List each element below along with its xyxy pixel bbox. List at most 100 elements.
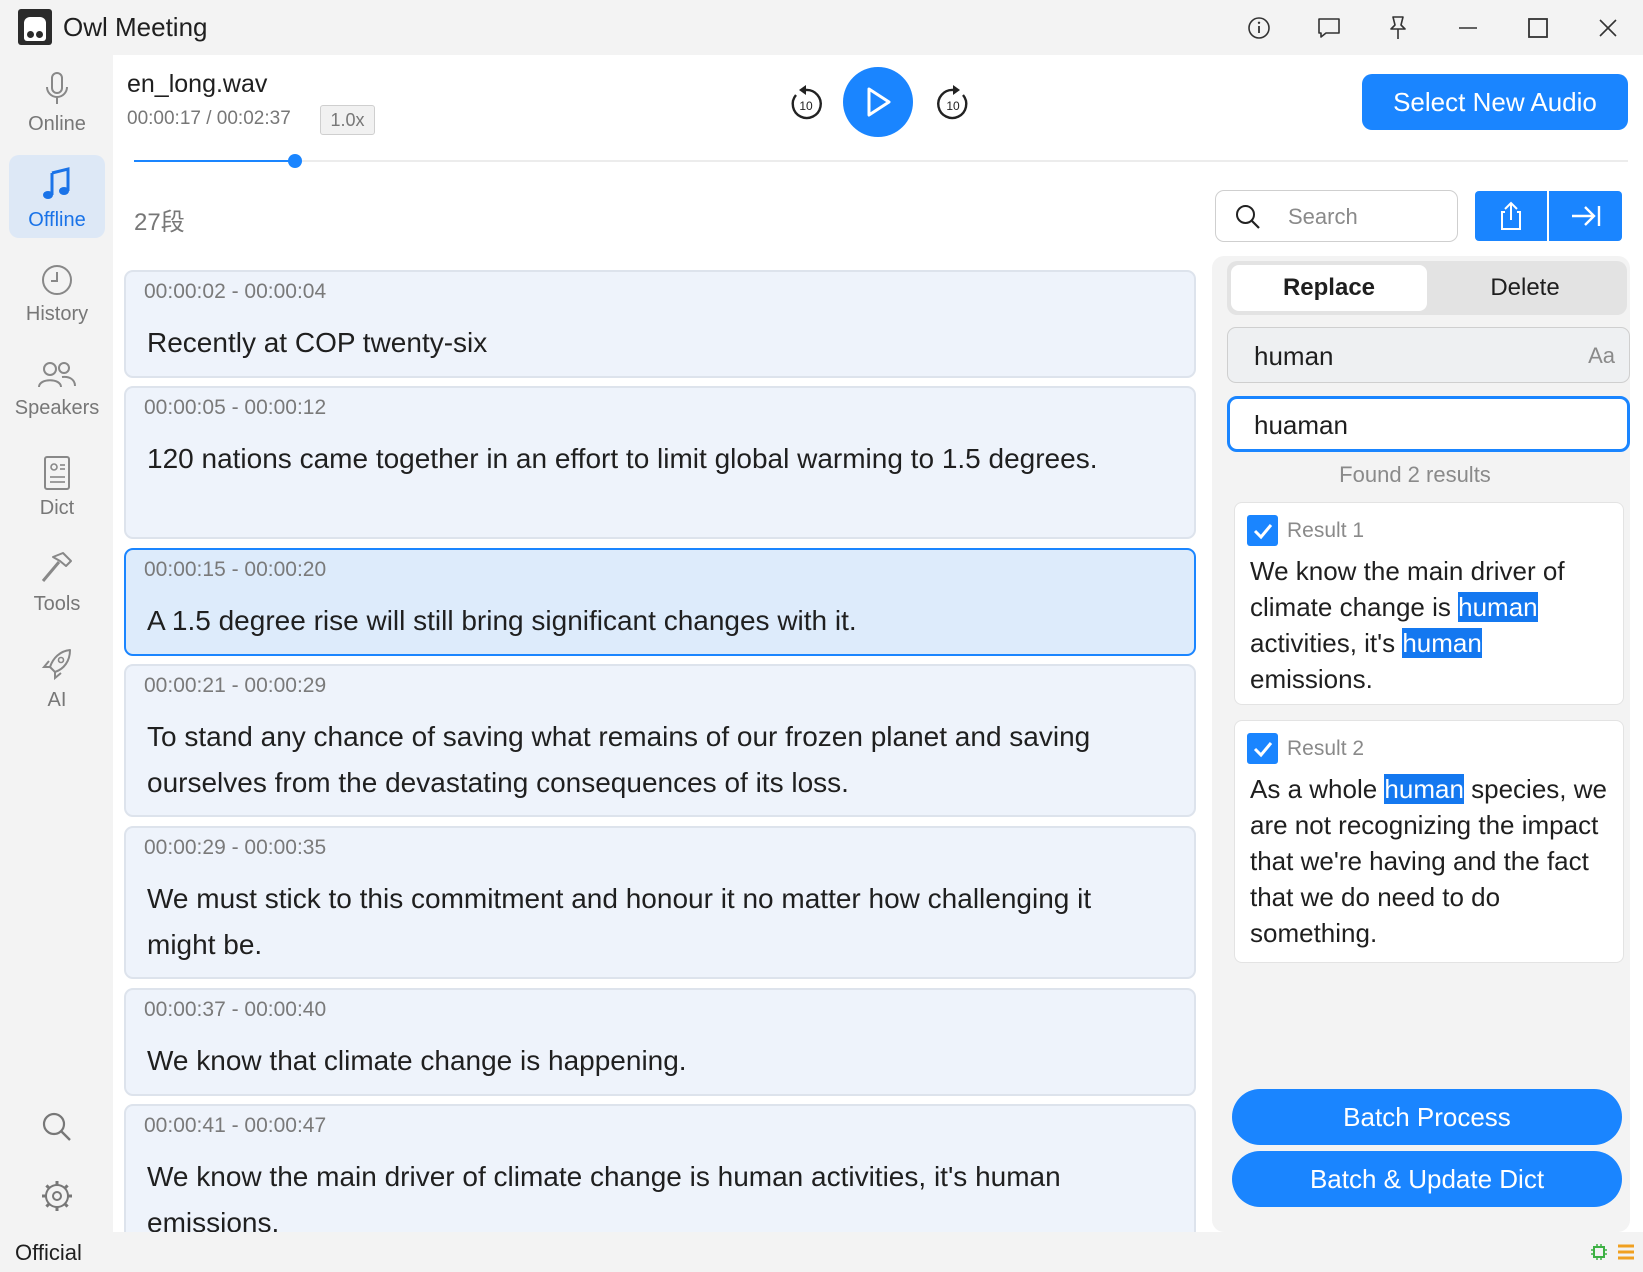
nav-label-ai: AI [47,689,67,711]
nav-label-online: Online [28,113,86,135]
result-text-part: activities, it's [1250,628,1403,658]
global-search-icon[interactable] [40,1110,74,1144]
nav-label-speakers: Speakers [14,397,100,419]
segment-text[interactable]: We know that climate change is happening… [147,1038,1164,1084]
nav-label-offline: Offline [28,209,86,231]
result-text-part: emissions. [1250,664,1373,694]
left-nav: Online Offline History Speakers Dict Too… [0,55,113,1232]
nav-item-ai[interactable]: AI [9,635,105,718]
settings-icon[interactable] [40,1179,74,1213]
replace-panel: Replace Delete human Aa huaman Found 2 r… [1212,256,1630,1232]
segment-text[interactable]: Recently at COP twenty-six [147,320,1164,366]
match-highlight: human [1458,592,1538,622]
hammer-icon [41,552,72,582]
nav-item-dict[interactable]: Dict [9,443,105,526]
result-text-part: As a whole [1250,774,1385,804]
replace-value[interactable]: huaman [1254,410,1348,441]
search-box[interactable] [1215,190,1458,242]
batch-update-dict-button[interactable]: Batch & Update Dict [1232,1151,1622,1207]
progress-fill [134,160,296,162]
result-title: Result 1 [1287,519,1365,542]
rocket-icon [41,649,71,681]
found-results-text: Found 2 results [1339,462,1491,487]
checkmark-icon [1253,741,1272,757]
replace-field[interactable]: huaman [1227,396,1630,452]
tab-delete[interactable]: Delete [1427,265,1623,311]
result-card[interactable]: Result 2 As a whole human species, we ar… [1234,720,1624,963]
nav-item-history[interactable]: History [9,251,105,334]
segment-text[interactable]: A 1.5 degree rise will still bring signi… [147,598,1164,644]
result-card[interactable]: Result 1 We know the main driver of clim… [1234,502,1624,705]
nav-item-speakers[interactable]: Speakers [9,347,105,430]
segment-text[interactable]: 120 nations came together in an effort t… [147,436,1164,482]
segment-count: 27段 [134,209,185,236]
segment-time: 00:00:41 - 00:00:47 [144,1114,327,1137]
app-title: Owl Meeting [63,12,208,42]
segment-text[interactable]: We know the main driver of climate chang… [147,1154,1164,1232]
feedback-icon[interactable] [1313,12,1345,44]
pin-icon[interactable] [1382,12,1414,44]
result-checkbox[interactable] [1247,515,1278,546]
collapse-panel-button[interactable] [1549,191,1622,241]
info-icon[interactable] [1243,12,1275,44]
transcript-segment[interactable]: 00:00:37 - 00:00:40 We know that climate… [124,988,1196,1096]
status-text: Official [15,1240,82,1265]
minimize-icon[interactable] [1452,12,1484,44]
play-icon [867,87,891,117]
nav-item-tools[interactable]: Tools [9,539,105,622]
result-text: We know the main driver of climate chang… [1250,553,1611,697]
nav-item-offline[interactable]: Offline [9,155,105,238]
skip-back-10-button[interactable]: 10 [786,84,826,124]
segment-text[interactable]: To stand any chance of saving what remai… [147,714,1164,806]
people-icon [38,362,76,388]
clock-icon [42,265,72,295]
music-note-icon [43,167,70,199]
skip-back-label: 10 [799,99,813,113]
nav-label-tools: Tools [33,593,81,615]
match-highlight: human [1402,628,1482,658]
search-icon [1236,205,1260,229]
nav-item-online[interactable]: Online [9,59,105,142]
transcript-list[interactable]: 00:00:02 - 00:00:04 Recently at COP twen… [124,270,1196,1232]
result-checkbox[interactable] [1247,733,1278,764]
segment-time: 00:00:29 - 00:00:35 [144,836,327,859]
app-window: Owl Meeting Online Offline History Speak… [0,0,1643,1272]
playback-progress-slider[interactable] [134,154,1628,168]
progress-thumb[interactable] [288,154,303,168]
arrow-to-right-icon [1571,206,1600,226]
find-field[interactable]: human Aa [1227,327,1630,383]
transcript-segment[interactable]: 00:00:02 - 00:00:04 Recently at COP twen… [124,270,1196,378]
segment-text[interactable]: We must stick to this commitment and hon… [147,876,1164,968]
transcript-segment[interactable]: 00:00:29 - 00:00:35 We must stick to thi… [124,826,1196,979]
export-button[interactable] [1475,191,1547,241]
match-highlight: human [1384,774,1464,804]
playback-speed-button[interactable]: 1.0x [320,105,375,135]
segment-time: 00:00:37 - 00:00:40 [144,998,327,1021]
owl-logo-icon [18,9,52,45]
title-bar: Owl Meeting [0,0,1643,55]
dictionary-icon [44,456,70,490]
segment-time: 00:00:15 - 00:00:20 [144,558,327,581]
search-input[interactable] [1288,201,1448,233]
transcript-segment[interactable]: 00:00:41 - 00:00:47 We know the main dri… [124,1104,1196,1232]
play-button[interactable] [843,67,913,137]
skip-forward-label: 10 [946,99,960,113]
chip-icon [1591,1244,1607,1260]
nav-label-dict: Dict [39,497,75,519]
match-case-toggle[interactable]: Aa [1588,343,1615,369]
transcript-segment[interactable]: 00:00:05 - 00:00:12 120 nations came tog… [124,386,1196,539]
nav-label-history: History [25,303,89,325]
close-icon[interactable] [1592,12,1624,44]
transcript-segment[interactable]: 00:00:21 - 00:00:29 To stand any chance … [124,664,1196,817]
status-bar: Official [0,1232,1643,1272]
find-value[interactable]: human [1254,341,1334,372]
maximize-icon[interactable] [1522,12,1554,44]
transcript-segment-active[interactable]: 00:00:15 - 00:00:20 A 1.5 degree rise wi… [124,548,1196,656]
tab-replace[interactable]: Replace [1231,265,1427,311]
memory-list-icon [1618,1244,1634,1260]
segment-time: 00:00:21 - 00:00:29 [144,674,327,697]
skip-forward-10-button[interactable]: 10 [933,84,973,124]
select-new-audio-button[interactable]: Select New Audio [1362,74,1628,130]
batch-process-button[interactable]: Batch Process [1232,1089,1622,1145]
result-title: Result 2 [1287,737,1365,760]
